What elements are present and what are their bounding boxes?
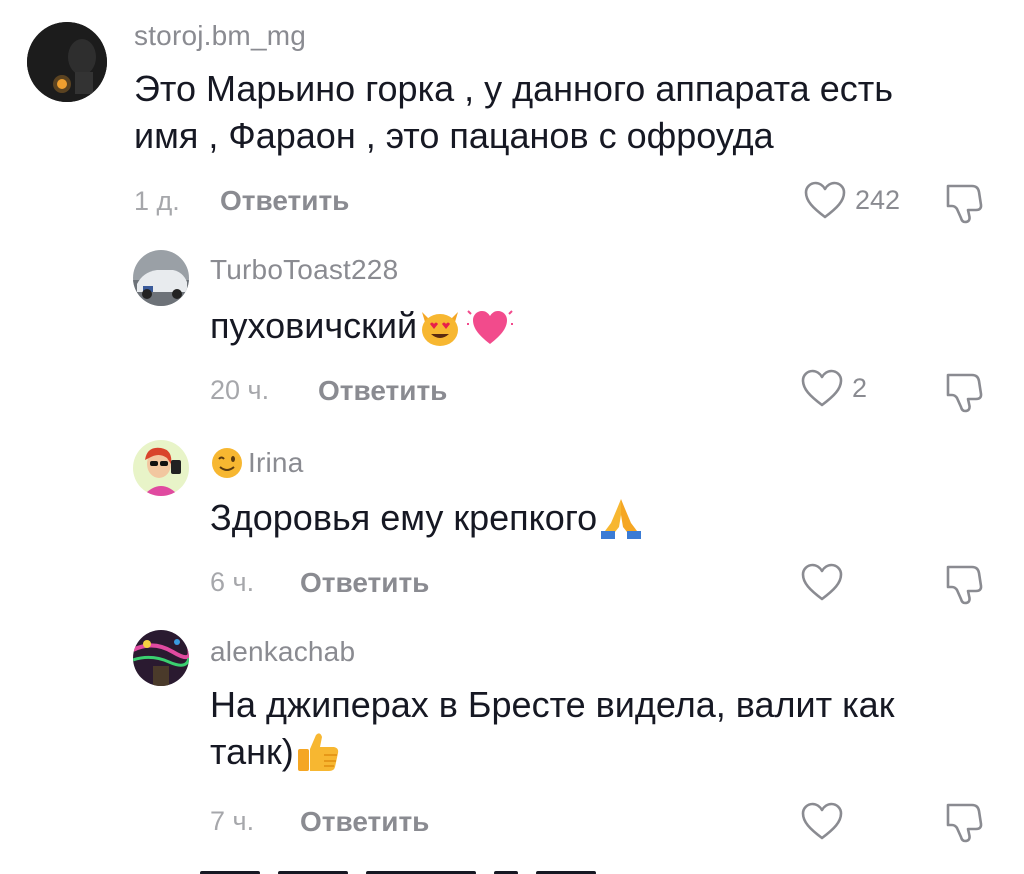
heart-outline-icon [801, 563, 843, 601]
avatar[interactable] [133, 250, 189, 306]
folded-hands-emoji [601, 499, 642, 539]
thumbs-down-outline-icon [946, 565, 983, 605]
avatar[interactable] [133, 630, 189, 686]
dislike-button[interactable] [942, 800, 986, 849]
thumbs-down-outline-icon [946, 803, 983, 843]
comment-username[interactable]: Irina [248, 447, 303, 479]
like-button[interactable] [800, 562, 844, 602]
avatar-image [133, 250, 189, 306]
heart-eyes-cat-emoji [422, 312, 459, 346]
comment-text: пуховичский [210, 305, 418, 346]
comment-timestamp: 6 ч. [210, 567, 255, 597]
like-count: 2 [852, 372, 868, 403]
like-button[interactable]: 2 [800, 368, 867, 408]
thumbs-up-emoji [297, 733, 338, 771]
comment-username[interactable]: alenkachab [210, 636, 355, 668]
reply-button[interactable]: Ответить [318, 375, 447, 407]
comment-item: alenkachab На джиперах в Бресте видела, … [0, 0, 1024, 843]
avatar-image [133, 440, 189, 496]
dislike-button[interactable] [942, 562, 986, 611]
avatar-image [133, 630, 189, 686]
comment-text: Здоровья ему крепкого [210, 497, 598, 538]
username-row: Irina [210, 446, 303, 480]
comment-username[interactable]: TurboToast228 [210, 254, 398, 286]
comment-text-row: пуховичский [210, 303, 514, 349]
reply-button[interactable]: Ответить [300, 806, 429, 838]
comment-text-line-2: танк) [210, 731, 294, 772]
thumbs-down-outline-icon [946, 373, 983, 413]
winking-face-emoji [212, 448, 242, 478]
comment-text-row: Здоровья ему крепкого [210, 495, 645, 541]
avatar[interactable] [133, 440, 189, 496]
comment-text-row: танк) [210, 729, 342, 775]
growing-heart-emoji [467, 310, 514, 344]
next-comment-cutoff [200, 862, 620, 874]
dislike-button[interactable] [942, 370, 986, 419]
comment-timestamp: 7 ч. [210, 806, 255, 836]
comment-text-line-1: На джиперах в Бресте видела, валит как [210, 684, 895, 725]
heart-outline-icon [801, 369, 843, 407]
like-button[interactable] [800, 801, 844, 841]
comment-timestamp: 20 ч. [210, 375, 270, 405]
heart-outline-icon [801, 802, 843, 840]
reply-button[interactable]: Ответить [300, 567, 429, 599]
